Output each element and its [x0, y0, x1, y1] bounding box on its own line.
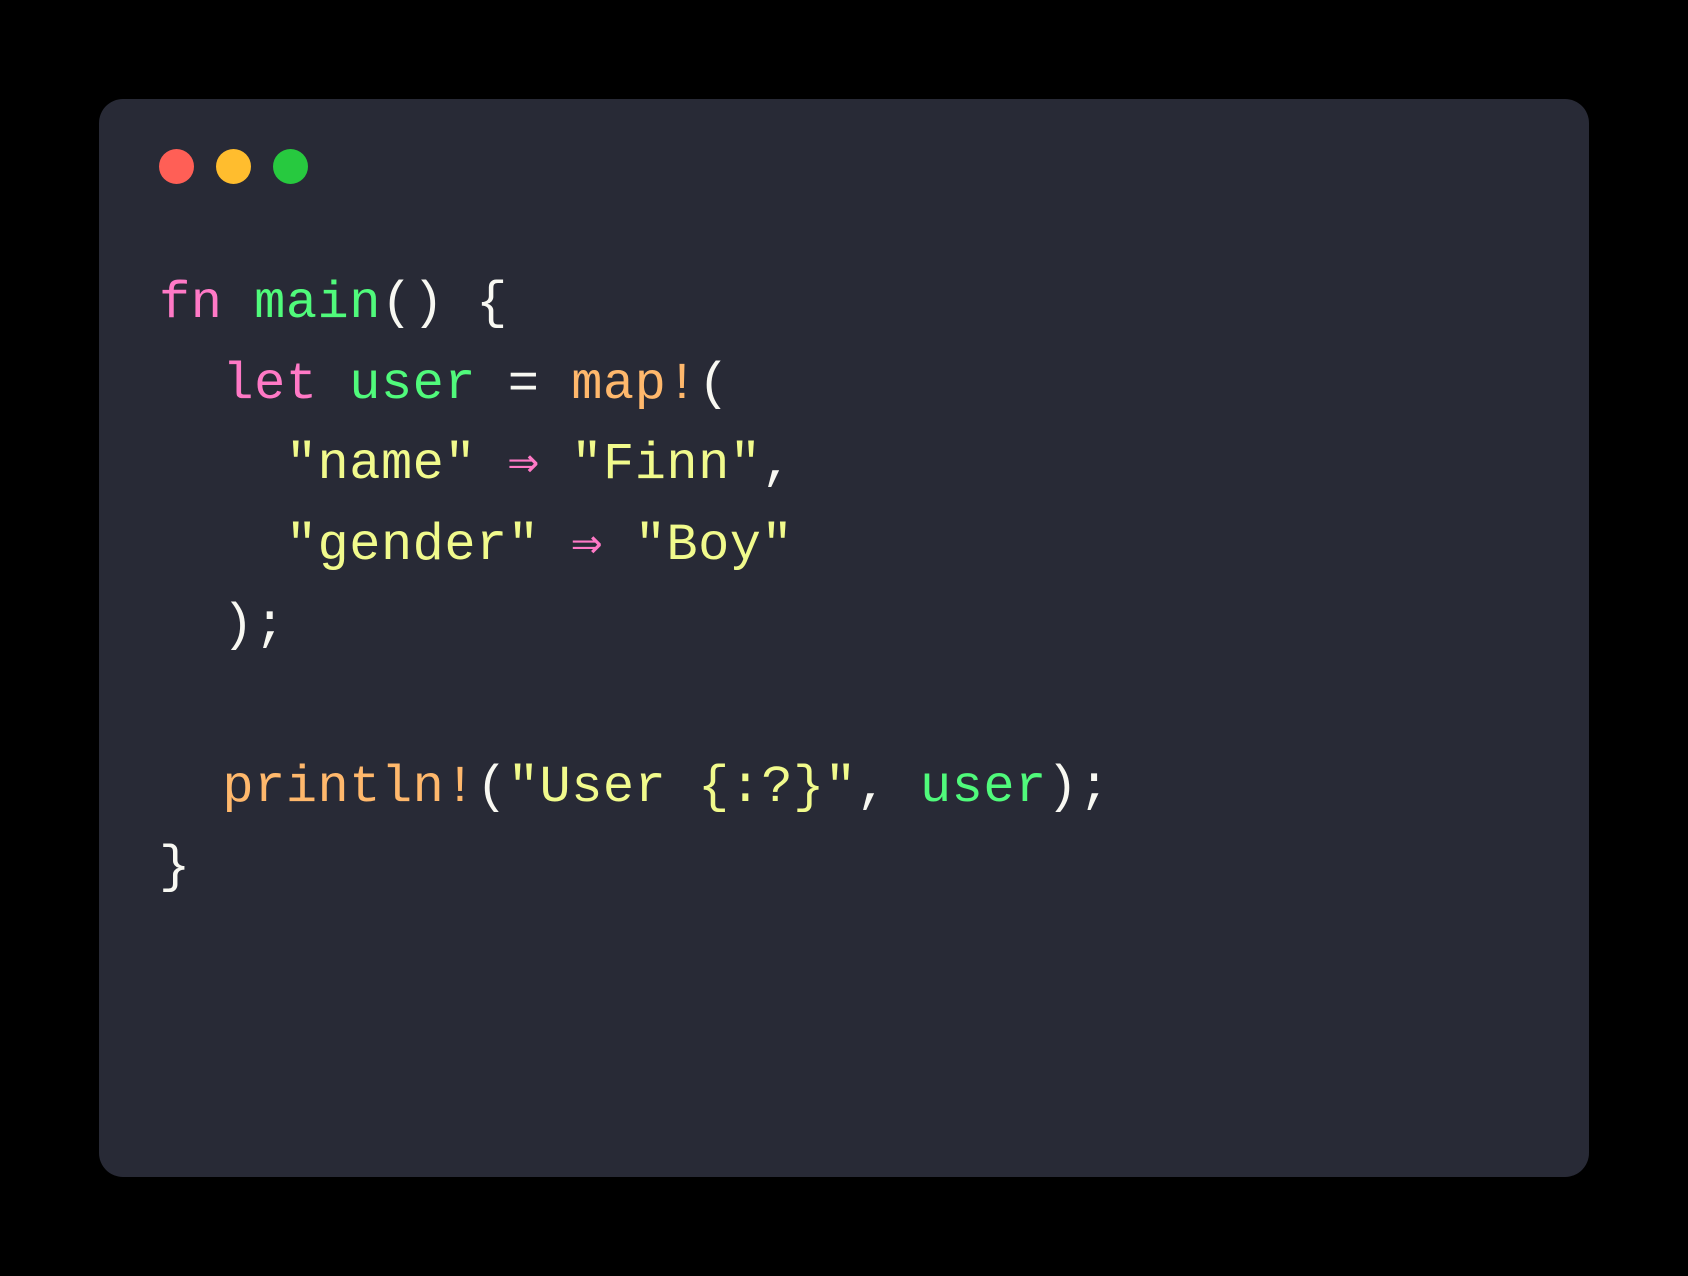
- close-button[interactable]: [159, 149, 194, 184]
- code-window: fn main() { let user = map!( "name" ⇒ "F…: [99, 99, 1589, 1177]
- parens: (): [381, 274, 444, 333]
- keyword-fn: fn: [159, 274, 222, 333]
- open-paren: (: [698, 355, 730, 414]
- indent: [159, 516, 286, 575]
- close-paren-semi: );: [222, 596, 285, 655]
- indent: [159, 596, 222, 655]
- keyword-let: let: [222, 355, 317, 414]
- string-fmt: "User {:?}": [508, 758, 857, 817]
- string-gender-key: "gender": [286, 516, 540, 575]
- comma: ,: [762, 435, 794, 494]
- code-block: fn main() { let user = map!( "name" ⇒ "F…: [159, 264, 1529, 909]
- string-name-val: "Finn": [571, 435, 761, 494]
- open-paren: (: [476, 758, 508, 817]
- string-name-key: "name": [286, 435, 476, 494]
- param-user: user: [920, 758, 1047, 817]
- variable-user: user: [349, 355, 476, 414]
- open-brace: {: [444, 274, 507, 333]
- equals: =: [476, 355, 571, 414]
- close-brace: }: [159, 838, 191, 897]
- indent: [159, 758, 222, 817]
- indent: [159, 355, 222, 414]
- close-paren-semi: );: [1047, 758, 1110, 817]
- macro-map: map!: [571, 355, 698, 414]
- indent: [159, 435, 286, 494]
- minimize-button[interactable]: [216, 149, 251, 184]
- arrow-icon: ⇒: [476, 435, 571, 494]
- function-main: main: [254, 274, 381, 333]
- string-gender-val: "Boy": [635, 516, 794, 575]
- comma: ,: [857, 758, 920, 817]
- arrow-icon: ⇒: [539, 516, 634, 575]
- maximize-button[interactable]: [273, 149, 308, 184]
- macro-println: println!: [222, 758, 476, 817]
- window-controls: [159, 149, 1529, 184]
